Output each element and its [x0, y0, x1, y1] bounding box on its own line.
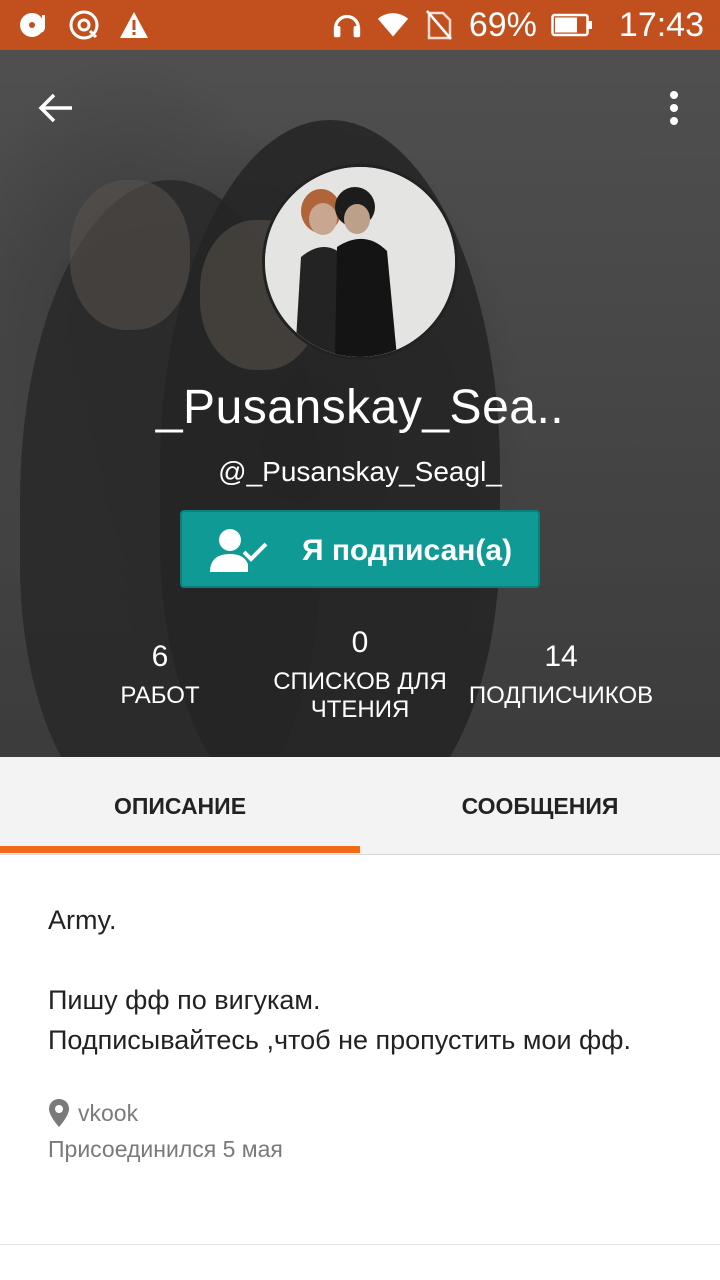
more-options-button[interactable]	[654, 82, 694, 134]
bio-line: Пишу фф по вигукам.	[48, 985, 321, 1015]
stat-label: РАБОТ	[120, 682, 200, 709]
description-section: Army. Пишу фф по вигукам. Подписывайтесь…	[48, 900, 688, 1060]
stat-label: СПИСКОВ ДЛЯ ЧТЕНИЯ	[273, 668, 447, 723]
stat-works[interactable]: 6 РАБОТ	[90, 640, 230, 710]
no-sim-icon	[423, 9, 455, 41]
location-pin-icon	[49, 1099, 69, 1127]
bio-line: Army.	[48, 905, 117, 935]
stat-value: 6	[151, 640, 169, 673]
avatar[interactable]	[262, 164, 458, 360]
joined-date: Присоединился 5 мая	[48, 1136, 283, 1162]
user-check-icon	[210, 529, 268, 572]
following-button[interactable]: Я подписан(а)	[180, 510, 540, 588]
back-button[interactable]	[30, 82, 82, 134]
tab-description[interactable]: ОПИСАНИЕ	[0, 757, 360, 855]
warning-icon	[118, 9, 150, 41]
status-bar: 69% 17:43	[0, 0, 720, 50]
stat-label: ПОДПИСЧИКОВ	[468, 682, 654, 709]
stat-value: 0	[351, 626, 369, 659]
username: @_Pusanskay_Seagl_	[218, 456, 502, 487]
profile-header: _Pusanskay_Sea.. @_Pusanskay_Seagl_ Я по…	[0, 50, 720, 757]
following-button-label: Я подписан(а)	[302, 534, 513, 567]
stat-reading-lists[interactable]: 0 СПИСКОВ ДЛЯ ЧТЕНИЯ	[270, 626, 450, 724]
battery-icon	[551, 9, 593, 41]
clock: 17:43	[618, 5, 704, 44]
bio-line	[48, 940, 688, 980]
tab-messages[interactable]: СООБЩЕНИЯ	[360, 757, 720, 855]
bio-line: Подписывайтесь ,чтоб не пропустить мои ф…	[48, 1025, 631, 1055]
more-vert-icon	[670, 91, 678, 125]
display-name: _Pusanskay_Sea..	[155, 381, 565, 434]
stat-value: 14	[544, 640, 578, 673]
wifi-icon	[377, 9, 409, 41]
music-disc-icon	[18, 9, 50, 41]
location-row: vkook	[48, 1098, 138, 1128]
divider	[0, 1244, 720, 1245]
active-tab-indicator	[0, 846, 360, 853]
sync-disc-icon	[68, 9, 100, 41]
battery-percent: 69%	[468, 5, 537, 44]
profile-tabs: ОПИСАНИЕ СООБЩЕНИЯ	[0, 757, 720, 855]
location-text: vkook	[78, 1099, 139, 1126]
stat-followers[interactable]: 14 ПОДПИСЧИКОВ	[466, 640, 656, 710]
headset-icon	[331, 9, 363, 41]
back-arrow-icon	[38, 93, 72, 123]
